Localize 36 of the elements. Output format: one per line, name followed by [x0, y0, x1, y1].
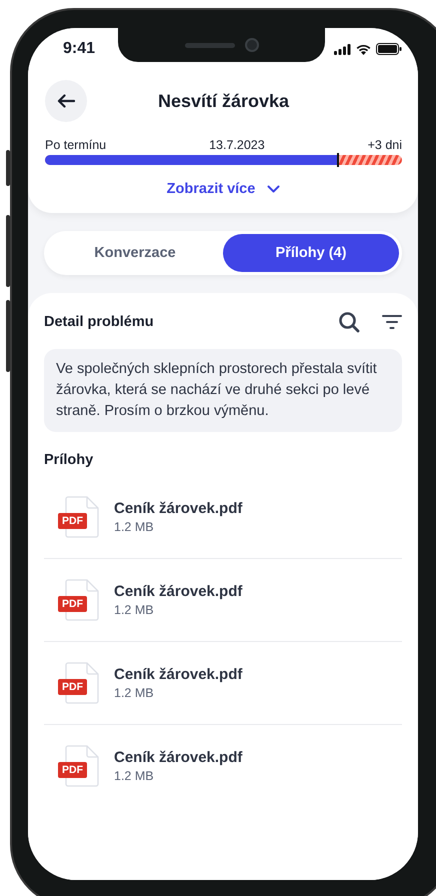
chevron-down-icon: [267, 185, 280, 193]
tab[interactable]: Přílohy (4): [223, 234, 399, 272]
file-type-badge: PDF: [58, 513, 87, 529]
file-name: Ceník žárovek.pdf: [114, 666, 242, 683]
attachment-item[interactable]: PDF Ceník žárovek.pdf 1.2 MB: [44, 642, 402, 725]
back-button[interactable]: [45, 80, 87, 122]
overdue-days: +3 dni: [368, 138, 402, 152]
back-arrow-icon: [57, 94, 75, 108]
screen-title: Nesvítí žárovka: [158, 90, 290, 112]
tab[interactable]: Konverzace: [47, 234, 223, 272]
deadline-status: Po termínu: [45, 138, 106, 152]
attachment-item[interactable]: PDF Ceník žárovek.pdf 1.2 MB: [44, 476, 402, 559]
problem-description: Ve společných sklepních prostorech přestala svítit žárovka, která se nachází ve druhé sekci po levé straně. Prosím o brzkou výměnu.: [44, 349, 402, 432]
file-size: 1.2 MB: [114, 520, 155, 534]
section-title: Prílohy: [44, 452, 94, 468]
file-type-badge: PDF: [58, 596, 87, 612]
attachment-item[interactable]: PDF Ceník žárovek.pdf 1.2 MB: [44, 725, 402, 807]
wifi-icon: [356, 44, 371, 54]
filter-icon[interactable]: [382, 314, 402, 330]
file-name: Ceník žárovek.pdf: [114, 500, 242, 517]
file-type-badge: PDF: [58, 762, 87, 778]
file-type-badge: PDF: [58, 679, 87, 695]
signal-icon: [334, 44, 351, 54]
status-time: 9:41: [63, 40, 96, 58]
search-icon[interactable]: [338, 311, 360, 333]
file-size: 1.2 MB: [114, 769, 155, 783]
show-more-link[interactable]: Zobrazit více: [162, 179, 284, 199]
file-size: 1.2 MB: [114, 603, 155, 617]
section-title: Detail problému: [44, 314, 155, 330]
deadline-marker: [336, 153, 339, 167]
deadline-date: 13.7.2023: [209, 138, 265, 152]
file-size: 1.2 MB: [114, 686, 155, 700]
file-name: Ceník žárovek.pdf: [114, 749, 242, 766]
file-name: Ceník žárovek.pdf: [114, 583, 242, 600]
attachment-item[interactable]: PDF Ceník žárovek.pdf 1.2 MB: [44, 559, 402, 642]
battery-icon: [376, 43, 402, 55]
